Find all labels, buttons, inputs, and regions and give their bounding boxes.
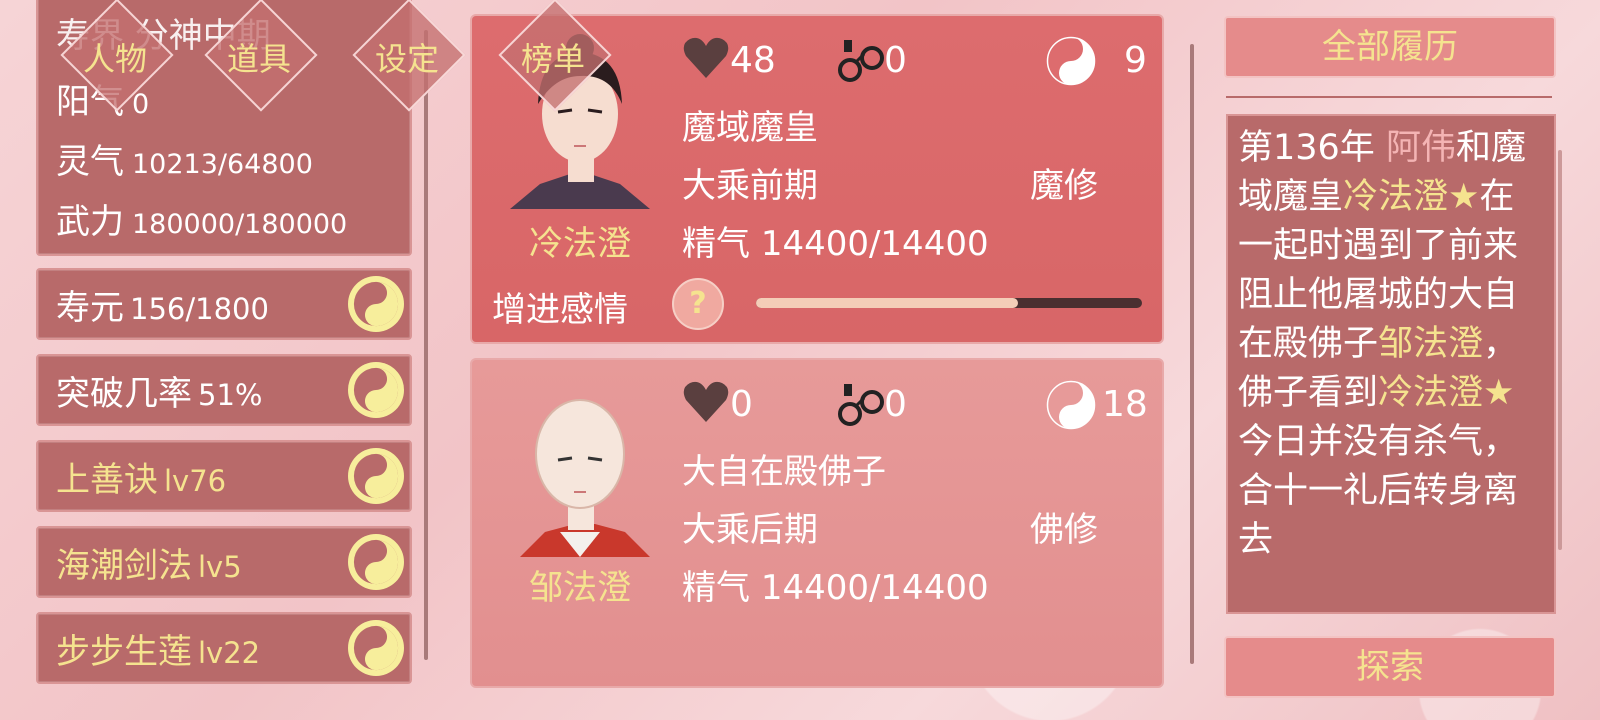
history-name-highlight: 邹法澄 — [1378, 324, 1484, 364]
explore-button[interactable]: 探索 — [1224, 636, 1556, 698]
history-scrollbar[interactable] — [1558, 150, 1562, 550]
bar-row-shouyuan[interactable]: 寿元 156/1800 — [36, 268, 412, 340]
bar-label: 突破几率 — [56, 373, 192, 414]
bar-row-skill-bubu[interactable]: 步步生莲 lv22 — [36, 612, 412, 684]
cuffs-value: 0 — [884, 384, 907, 425]
star-icon: ★ — [1448, 177, 1480, 217]
affection-progress — [756, 298, 1142, 308]
bar-value: lv22 — [198, 635, 261, 670]
history-name-highlight: 冷法澄 — [1343, 177, 1449, 217]
jingqi-value: 14400/14400 — [760, 224, 989, 264]
handcuffs-icon — [836, 380, 886, 434]
bar-value: 156/1800 — [130, 291, 269, 326]
history-name-highlight: 冷法澄 — [1378, 373, 1484, 413]
yinyang-icon[interactable] — [348, 534, 404, 590]
jingqi-label: 精气 — [682, 568, 750, 608]
nav-settings[interactable]: 设定 — [352, 0, 466, 112]
wuli-stat: 武力 180000/180000 — [56, 194, 347, 243]
nav-character[interactable]: 人物 — [60, 0, 174, 112]
middle-scrollbar[interactable] — [1190, 44, 1194, 664]
bar-row-skill-haichao[interactable]: 海潮剑法 lv5 — [36, 526, 412, 598]
cuffs-value: 0 — [884, 40, 907, 81]
all-history-button[interactable]: 全部履历 — [1224, 16, 1556, 78]
heart-value: 0 — [730, 384, 753, 425]
bar-label: 海潮剑法 — [56, 545, 192, 586]
lingqi-label: 灵气 — [56, 142, 124, 182]
history-segment: 第136年 — [1238, 128, 1386, 168]
help-icon[interactable]: ? — [672, 278, 724, 330]
heart-icon — [682, 380, 730, 428]
character-sect: 魔修 — [1030, 166, 1098, 206]
character-realm: 大乘前期 — [682, 166, 818, 206]
heart-value: 48 — [730, 40, 776, 81]
wuli-label: 武力 — [56, 202, 124, 242]
affection-label: 增进感情 — [492, 290, 628, 330]
nav-items[interactable]: 道具 — [204, 0, 318, 112]
yinyang-value: 9 — [1124, 40, 1147, 81]
affection-progress-fill — [756, 298, 1019, 308]
character-title: 魔域魔皇 — [682, 108, 818, 148]
jingqi-label: 精气 — [682, 224, 750, 264]
bar-value: 51% — [198, 377, 263, 412]
bar-label: 步步生莲 — [56, 631, 192, 672]
portrait-image — [500, 382, 660, 557]
yinyang-icon — [1046, 36, 1096, 90]
character-title: 大自在殿佛子 — [682, 452, 886, 492]
history-name-player: 阿伟 — [1385, 128, 1456, 168]
lingqi-stat: 灵气 10213/64800 — [56, 134, 313, 183]
bar-row-breakthrough[interactable]: 突破几率 51% — [36, 354, 412, 426]
nav-label: 道具 — [226, 40, 291, 78]
nav-ranking[interactable]: 榜单 — [498, 0, 612, 112]
character-card-2[interactable]: 邹法澄 0 0 18 大自在殿佛子 大乘后期 佛修 精气 14400/14400 — [470, 358, 1164, 688]
handcuffs-icon — [836, 36, 886, 90]
lingqi-value: 10213/64800 — [132, 149, 313, 180]
heart-icon — [682, 36, 730, 84]
yinyang-icon[interactable] — [348, 362, 404, 418]
character-realm: 大乘后期 — [682, 510, 818, 550]
history-log[interactable]: 第136年 阿伟和魔域魔皇冷法澄★在一起时遇到了前来阻止他屠城的大自在殿佛子邹法… — [1226, 114, 1556, 614]
bar-row-skill-shangshan[interactable]: 上善诀 lv76 — [36, 440, 412, 512]
jingqi-value: 14400/14400 — [760, 568, 989, 608]
bar-value: lv76 — [164, 463, 227, 498]
character-sect: 佛修 — [1030, 510, 1098, 550]
star-icon: ★ — [1483, 373, 1515, 413]
yinyang-icon[interactable] — [348, 276, 404, 332]
yinyang-icon — [1046, 380, 1096, 434]
bar-label: 上善诀 — [56, 459, 158, 500]
yinyang-icon[interactable] — [348, 620, 404, 676]
bar-label: 寿元 — [56, 287, 124, 328]
nav-label: 榜单 — [520, 40, 585, 78]
yinyang-icon[interactable] — [348, 448, 404, 504]
character-jingqi: 精气 14400/14400 — [682, 560, 989, 609]
history-text: 第136年 阿伟和魔域魔皇冷法澄★在一起时遇到了前来阻止他屠城的大自在殿佛子邹法… — [1228, 116, 1554, 565]
character-jingqi: 精气 14400/14400 — [682, 216, 989, 265]
yinyang-value: 18 — [1102, 384, 1148, 425]
wuli-value: 180000/180000 — [132, 209, 348, 240]
divider — [1226, 96, 1552, 98]
nav-label: 人物 — [82, 40, 147, 78]
left-scrollbar[interactable] — [424, 30, 428, 660]
nav-label: 设定 — [374, 40, 439, 78]
character-name: 冷法澄 — [529, 224, 631, 264]
bar-value: lv5 — [198, 549, 242, 584]
history-segment: 今日并没有杀气，合十一礼后转身离去 — [1238, 422, 1519, 560]
character-name: 邹法澄 — [529, 568, 631, 608]
